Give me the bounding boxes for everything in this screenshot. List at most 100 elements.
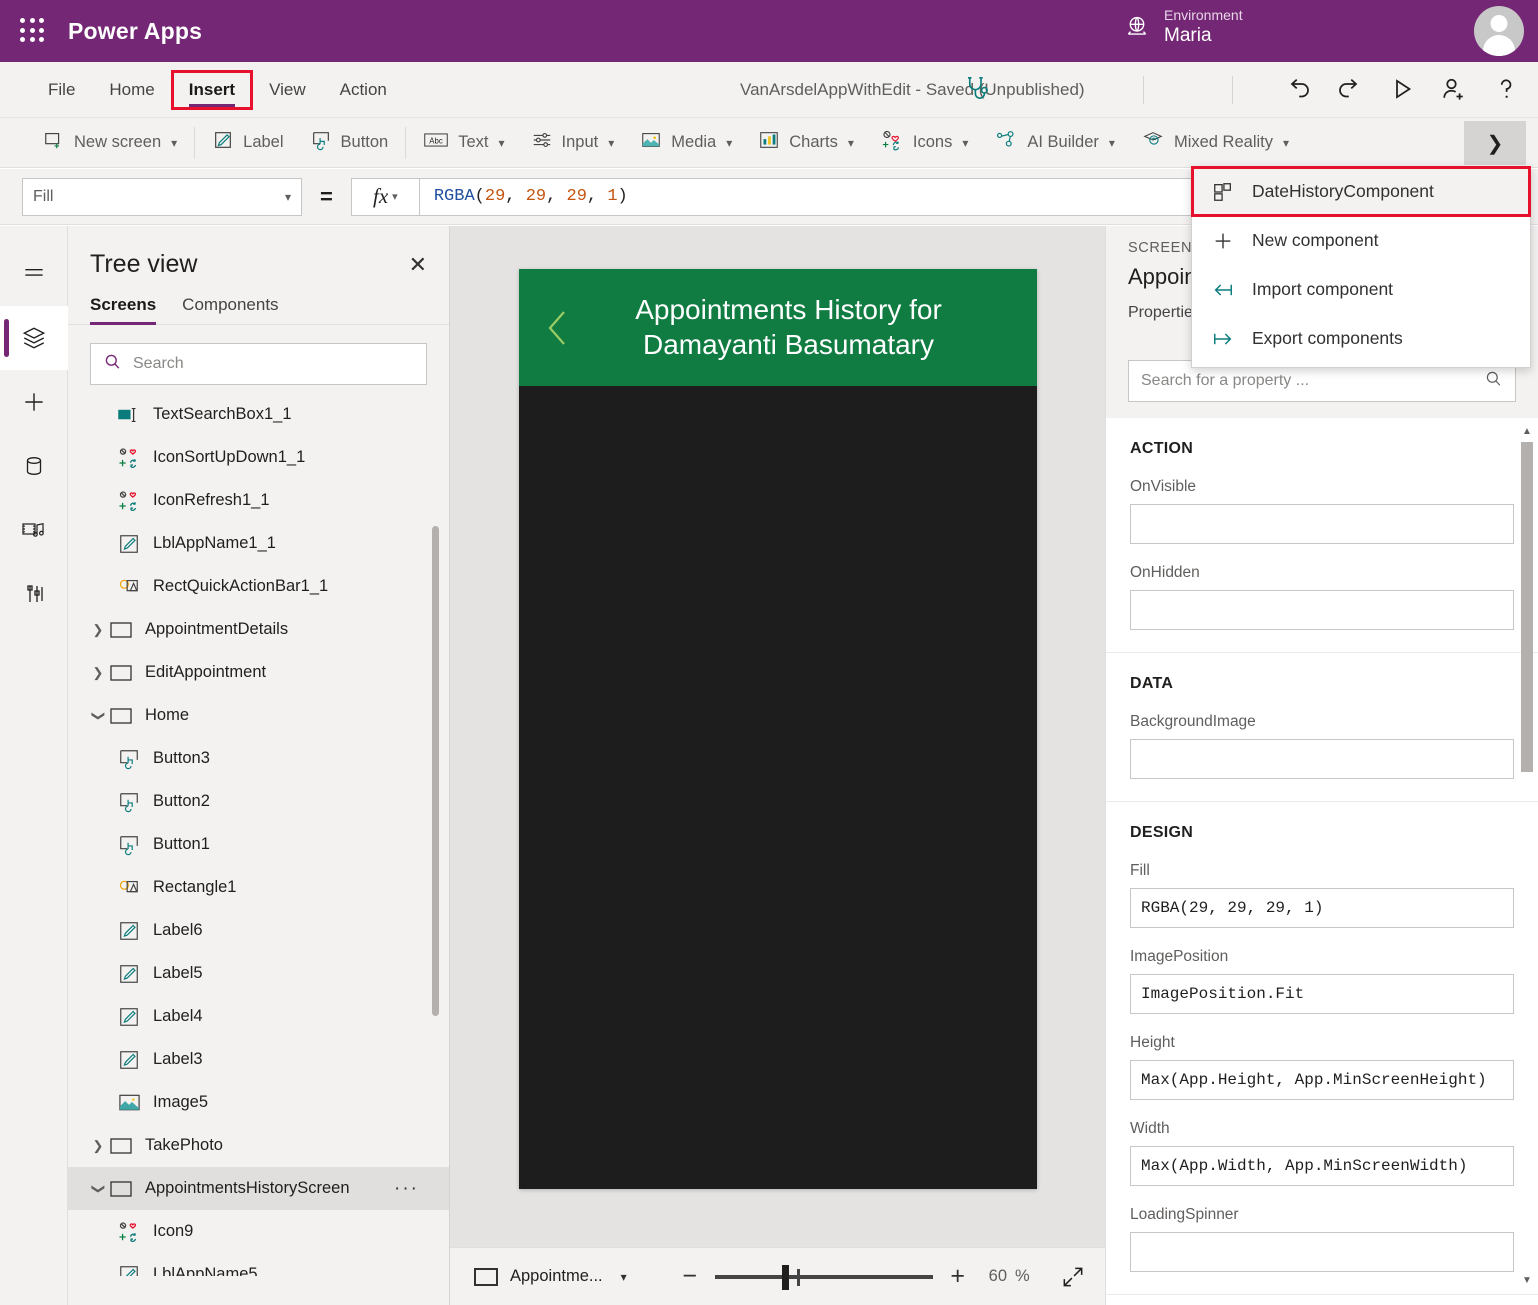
ribbon-input[interactable]: Input ▾ bbox=[518, 118, 628, 168]
zoom-slider[interactable] bbox=[715, 1258, 933, 1296]
chevron-right-icon[interactable]: ❯ bbox=[88, 622, 108, 638]
tree-node[interactable]: RectQuickActionBar1_1 bbox=[68, 565, 449, 608]
text-abc-icon: Abc bbox=[423, 130, 449, 155]
ribbon-charts[interactable]: Charts ▾ bbox=[745, 118, 867, 168]
label-icon bbox=[116, 1264, 142, 1277]
ribbon-new-screen[interactable]: New screen ▾ bbox=[30, 118, 190, 168]
ribbon-mixed-reality[interactable]: Mixed Reality ▾ bbox=[1128, 118, 1302, 168]
tree-node[interactable]: Label3 bbox=[68, 1038, 449, 1081]
property-search-placeholder: Search for a property ... bbox=[1141, 372, 1309, 390]
scroll-up-icon[interactable]: ▲ bbox=[1520, 424, 1534, 438]
ribbon-ai-builder[interactable]: AI Builder ▾ bbox=[981, 118, 1128, 168]
ribbon-text[interactable]: Abc Text ▾ bbox=[410, 118, 517, 168]
properties-scrollbar[interactable]: ▲ ▼ bbox=[1520, 424, 1534, 1287]
formula-arg: 1 bbox=[607, 187, 617, 206]
tree-node[interactable]: ❯AppointmentDetails bbox=[68, 608, 449, 651]
tree-node[interactable]: Icon9 bbox=[68, 1210, 449, 1253]
button-icon bbox=[116, 791, 142, 813]
tree-node[interactable]: Label4 bbox=[68, 995, 449, 1038]
scroll-down-icon[interactable]: ▼ bbox=[1520, 1273, 1534, 1287]
tree-node[interactable]: Rectangle1 bbox=[68, 866, 449, 909]
property-value-input[interactable] bbox=[1130, 590, 1514, 630]
property-value-input[interactable]: Max(App.Height, App.MinScreenHeight) bbox=[1130, 1060, 1514, 1100]
tree-node[interactable]: LblAppName5 bbox=[68, 1253, 449, 1276]
menu-item-file[interactable]: File bbox=[34, 74, 89, 106]
screen-selector[interactable]: Appointme... ▾ bbox=[474, 1267, 627, 1286]
app-canvas[interactable]: Appointments History for Damayanti Basum… bbox=[450, 226, 1105, 1247]
zoom-out-button[interactable]: − bbox=[671, 1258, 709, 1296]
share-user-icon[interactable] bbox=[1438, 72, 1470, 106]
property-value-input[interactable]: RGBA(29, 29, 29, 1) bbox=[1130, 888, 1514, 928]
data-database-icon[interactable] bbox=[0, 434, 68, 498]
screen-preview[interactable]: Appointments History for Damayanti Basum… bbox=[519, 269, 1037, 1189]
hamburger-menu-icon[interactable] bbox=[0, 242, 68, 306]
menu-item-action[interactable]: Action bbox=[326, 74, 401, 106]
shape-icon bbox=[116, 877, 142, 899]
help-icon[interactable] bbox=[1490, 72, 1522, 106]
tree-node-label: LblAppName1_1 bbox=[153, 534, 276, 553]
undo-icon[interactable] bbox=[1282, 72, 1314, 106]
tree-view-layers-icon[interactable] bbox=[0, 306, 68, 370]
chevron-right-icon[interactable]: ❯ bbox=[88, 1138, 108, 1154]
menu-item-insert[interactable]: Insert bbox=[175, 74, 249, 106]
zoom-slider-thumb[interactable] bbox=[782, 1265, 789, 1290]
chevron-down-icon: ❯ bbox=[1487, 131, 1504, 156]
insert-plus-icon[interactable] bbox=[0, 370, 68, 434]
property-value-input[interactable] bbox=[1130, 504, 1514, 544]
tree-node[interactable]: LblAppName1_1 bbox=[68, 522, 449, 565]
ribbon-button-btn[interactable]: Button bbox=[297, 118, 402, 168]
menu-item-import-component[interactable]: Import component bbox=[1192, 265, 1530, 314]
tree-scrollbar[interactable] bbox=[432, 526, 439, 1016]
expand-diagonal-icon[interactable] bbox=[1060, 1264, 1086, 1290]
tree-node[interactable]: Button3 bbox=[68, 737, 449, 780]
ribbon-overflow-button[interactable]: ❯ bbox=[1464, 121, 1526, 165]
menu-item-home[interactable]: Home bbox=[95, 74, 168, 106]
back-chevron-icon[interactable] bbox=[535, 305, 581, 351]
tree-node[interactable]: Image5 bbox=[68, 1081, 449, 1124]
property-selector[interactable]: Fill ▾ bbox=[22, 178, 302, 216]
chevron-right-icon[interactable]: ❯ bbox=[88, 665, 108, 681]
tree-node[interactable]: ❯EditAppointment bbox=[68, 651, 449, 694]
tab-components[interactable]: Components bbox=[182, 295, 278, 324]
tree-node[interactable]: IconSortUpDown1_1 bbox=[68, 436, 449, 479]
tree-node[interactable]: Label5 bbox=[68, 952, 449, 995]
media-library-icon[interactable] bbox=[0, 498, 68, 562]
app-launcher-icon[interactable] bbox=[20, 18, 46, 44]
menu-item-datehistorycomponent[interactable]: DateHistoryComponent bbox=[1192, 167, 1530, 216]
tree-node[interactable]: Button2 bbox=[68, 780, 449, 823]
menu-item-view[interactable]: View bbox=[255, 74, 320, 106]
scrollbar-thumb[interactable] bbox=[1521, 442, 1533, 772]
app-checker-icon[interactable] bbox=[960, 72, 992, 106]
tree-node[interactable]: TextSearchBox1_1 bbox=[68, 393, 449, 436]
property-value-input[interactable] bbox=[1130, 739, 1514, 779]
avatar[interactable] bbox=[1474, 6, 1524, 56]
property-value-input[interactable]: Max(App.Width, App.MinScreenWidth) bbox=[1130, 1146, 1514, 1186]
redo-icon[interactable] bbox=[1334, 72, 1366, 106]
menu-item-export-components[interactable]: Export components bbox=[1192, 314, 1530, 363]
tree-node-more-button[interactable]: ··· bbox=[394, 1178, 419, 1200]
chevron-down-icon[interactable]: ❯ bbox=[88, 1181, 108, 1197]
tree-node[interactable]: ❯AppointmentsHistoryScreen··· bbox=[68, 1167, 449, 1210]
zoom-in-button[interactable]: + bbox=[939, 1258, 977, 1296]
fx-button[interactable]: fx ▾ bbox=[351, 178, 419, 216]
menu-item-new-component[interactable]: New component bbox=[1192, 216, 1530, 265]
tree-node-label: LblAppName5 bbox=[153, 1265, 258, 1276]
advanced-tools-icon[interactable] bbox=[0, 562, 68, 626]
ribbon-icons[interactable]: Icons ▾ bbox=[867, 118, 981, 168]
chevron-down-icon[interactable]: ❯ bbox=[88, 708, 108, 724]
ribbon-label-btn[interactable]: Label bbox=[199, 118, 296, 168]
tree-search-input[interactable]: Search bbox=[90, 343, 427, 385]
close-icon[interactable]: ✕ bbox=[409, 254, 427, 276]
ribbon-media[interactable]: Media ▾ bbox=[627, 118, 745, 168]
tree-node[interactable]: ❯Home bbox=[68, 694, 449, 737]
property-value-input[interactable]: ImagePosition.Fit bbox=[1130, 974, 1514, 1014]
preview-play-icon[interactable] bbox=[1386, 72, 1418, 106]
environment-switcher[interactable]: Environment Maria bbox=[1124, 7, 1243, 47]
tree-node[interactable]: Label6 bbox=[68, 909, 449, 952]
tab-properties[interactable]: Properties bbox=[1128, 304, 1201, 330]
tab-screens[interactable]: Screens bbox=[90, 295, 156, 324]
tree-node[interactable]: IconRefresh1_1 bbox=[68, 479, 449, 522]
property-value-input[interactable] bbox=[1130, 1232, 1514, 1272]
tree-node[interactable]: Button1 bbox=[68, 823, 449, 866]
tree-node[interactable]: ❯TakePhoto bbox=[68, 1124, 449, 1167]
